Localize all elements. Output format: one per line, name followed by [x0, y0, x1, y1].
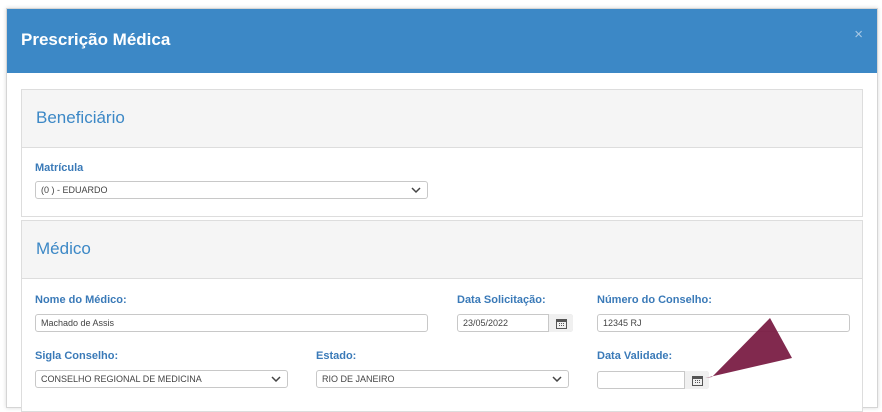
estado-label: Estado: [316, 350, 357, 362]
nome-medico-input[interactable]: Machado de Assis [35, 314, 428, 332]
numero-conselho-label: Número do Conselho: [597, 294, 712, 306]
beneficiario-panel-header: Beneficiário [22, 90, 862, 148]
calendar-icon[interactable] [684, 371, 709, 389]
sigla-conselho-value: CONSELHO REGIONAL DE MEDICINA [41, 374, 202, 384]
estado-value: RIO DE JANEIRO [322, 374, 395, 384]
data-solicitacao-value: 23/05/2022 [463, 318, 509, 328]
data-solicitacao-label: Data Solicitação: [457, 294, 546, 306]
numero-conselho-value: 12345 RJ [603, 318, 642, 328]
sigla-conselho-select[interactable]: CONSELHO REGIONAL DE MEDICINA [35, 370, 288, 388]
nome-medico-value: Machado de Assis [41, 318, 115, 328]
chevron-down-icon [552, 376, 562, 383]
medico-panel: Médico Nome do Médico: Machado de Assis … [21, 220, 863, 412]
prescription-modal: Prescrição Médica × Beneficiário Matrícu… [6, 8, 878, 412]
matricula-value: (0 ) - EDUARDO [41, 185, 108, 195]
calendar-glyph [691, 375, 703, 386]
calendar-icon[interactable] [548, 314, 573, 332]
estado-select[interactable]: RIO DE JANEIRO [316, 370, 569, 388]
modal-header: Prescrição Médica × [7, 9, 877, 73]
matricula-label: Matrícula [35, 162, 84, 174]
nome-medico-label: Nome do Médico: [35, 294, 127, 306]
beneficiario-panel: Beneficiário Matrícula (0 ) - EDUARDO [21, 89, 863, 217]
modal-title: Prescrição Médica [21, 30, 171, 49]
data-validade-label: Data Validade: [597, 350, 673, 362]
chevron-down-icon [271, 376, 281, 383]
calendar-glyph [555, 318, 567, 329]
close-icon[interactable]: × [854, 26, 863, 43]
medico-title: Médico [36, 239, 91, 258]
numero-conselho-input[interactable]: 12345 RJ [597, 314, 850, 332]
sigla-conselho-label: Sigla Conselho: [35, 350, 119, 362]
chevron-down-icon [411, 187, 421, 194]
data-solicitacao-input[interactable]: 23/05/2022 [457, 314, 573, 332]
beneficiario-title: Beneficiário [36, 108, 125, 127]
matricula-select[interactable]: (0 ) - EDUARDO [35, 181, 428, 199]
data-validade-input[interactable] [597, 371, 709, 389]
medico-panel-header: Médico [22, 221, 862, 279]
